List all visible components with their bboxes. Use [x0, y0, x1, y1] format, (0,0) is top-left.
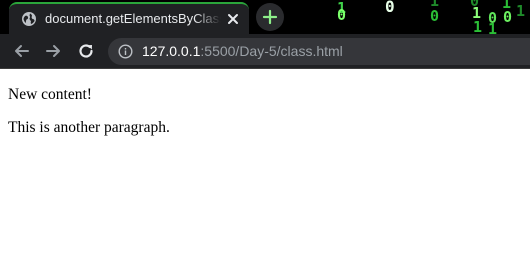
theme-glyph: 0 [503, 8, 513, 26]
theme-glyph: 0 [385, 0, 395, 16]
info-icon[interactable] [118, 44, 133, 59]
url-host: 127.0.0.1 [142, 43, 201, 59]
back-button[interactable] [12, 41, 32, 61]
paragraph: New content! [8, 86, 92, 103]
arrow-right-icon [46, 45, 60, 57]
globe-icon [21, 11, 37, 27]
page-content: New content! This is another paragraph. [8, 69, 522, 137]
forward-button[interactable] [43, 41, 63, 61]
reload-button[interactable] [76, 41, 96, 61]
theme-glyph: 0 [430, 7, 440, 25]
tab-strip: 1 0 0 1 0 0 1 1 0 1 1 0 1 document.getEl… [0, 0, 530, 34]
theme-glyph: 0 [337, 6, 347, 24]
tab-title: document.getElementsByClassName [45, 11, 221, 26]
theme-glyph: 1 [516, 2, 526, 20]
plus-icon [262, 9, 278, 25]
paragraph: This is another paragraph. [8, 119, 170, 136]
theme-glyph: 1 [473, 18, 483, 35]
theme-glyph: 1 [488, 20, 498, 35]
close-icon[interactable] [225, 11, 241, 27]
new-tab-button[interactable] [256, 3, 284, 31]
reload-icon [79, 44, 93, 58]
url-path: :5500/Day-5/class.html [200, 43, 343, 59]
arrow-left-icon [15, 45, 29, 57]
url-text: 127.0.0.1:5500/Day-5/class.html [142, 42, 343, 61]
browser-toolbar: 127.0.0.1:5500/Day-5/class.html [0, 34, 530, 69]
active-tab[interactable]: document.getElementsByClassName [9, 2, 249, 34]
address-bar[interactable]: 127.0.0.1:5500/Day-5/class.html [108, 38, 530, 65]
